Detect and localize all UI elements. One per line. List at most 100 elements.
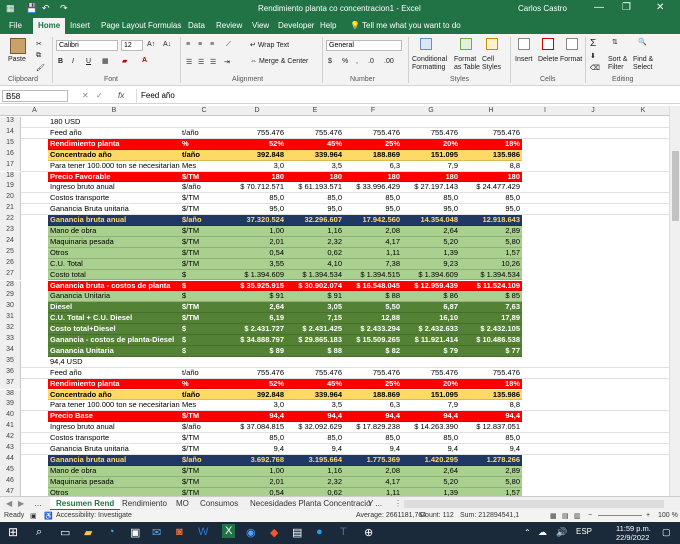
format-painter-icon[interactable]: 🖌 bbox=[36, 64, 45, 72]
align-bottom-icon[interactable]: ≡ bbox=[210, 41, 214, 48]
table-cell[interactable]: Concentrado año bbox=[48, 390, 180, 400]
table-cell[interactable]: 9,23 bbox=[402, 259, 460, 269]
copy-icon[interactable]: ⧉ bbox=[36, 52, 41, 60]
table-cell[interactable] bbox=[344, 357, 402, 367]
edge-icon[interactable]: ◔ bbox=[108, 526, 115, 538]
table-cell[interactable]: $ 12.959.439 bbox=[402, 281, 460, 291]
table-cell[interactable]: 755.476 bbox=[228, 368, 286, 378]
table-cell[interactable]: $/TM bbox=[180, 204, 228, 214]
column-header[interactable]: C bbox=[180, 107, 228, 114]
row-header[interactable]: 15 bbox=[0, 138, 21, 150]
table-cell[interactable]: 4,10 bbox=[286, 259, 344, 269]
table-cell[interactable]: $ 85 bbox=[460, 291, 522, 301]
number-format-select[interactable]: General bbox=[326, 40, 402, 51]
table-cell[interactable]: $ 34.888.797 bbox=[228, 335, 286, 345]
table-cell[interactable]: 1,16 bbox=[286, 466, 344, 476]
table-cell[interactable]: $/año bbox=[180, 182, 228, 192]
row-header[interactable]: 19 bbox=[0, 182, 21, 194]
table-cell[interactable] bbox=[460, 117, 522, 127]
table-cell[interactable]: $ bbox=[180, 335, 228, 345]
sheet-tab-mo[interactable]: MO bbox=[176, 499, 189, 508]
table-cell[interactable]: 95,0 bbox=[286, 204, 344, 214]
table-cell[interactable]: Feed año bbox=[48, 128, 180, 138]
scroll-thumb[interactable] bbox=[672, 151, 679, 221]
orientation-icon[interactable]: ⟋ bbox=[226, 41, 231, 49]
grow-font-icon[interactable]: A↑ bbox=[147, 41, 155, 48]
bold-button[interactable]: B bbox=[58, 58, 63, 65]
tab-formulas[interactable]: Formulas bbox=[148, 21, 181, 30]
table-cell[interactable]: 2,32 bbox=[286, 237, 344, 247]
table-cell[interactable]: 25% bbox=[344, 139, 402, 149]
table-cell[interactable]: % bbox=[180, 139, 228, 149]
row-header[interactable]: 42 bbox=[0, 433, 21, 444]
table-cell[interactable]: 2,01 bbox=[228, 477, 286, 487]
table-cell[interactable]: 1,57 bbox=[460, 488, 522, 496]
normal-view-icon[interactable]: ▦ bbox=[550, 512, 557, 520]
table-cell[interactable]: $ 1.394.534 bbox=[460, 270, 522, 280]
align-right-icon[interactable]: ☰ bbox=[210, 58, 216, 66]
table-cell[interactable]: $ bbox=[180, 346, 228, 356]
table-cell[interactable]: 20% bbox=[402, 139, 460, 149]
table-cell[interactable]: t/año bbox=[180, 368, 228, 378]
spreadsheet-grid[interactable]: A B C D E F G H I J K 13 180 USD 14 Feed añ… bbox=[0, 106, 680, 496]
row-header[interactable]: 47 bbox=[0, 487, 21, 496]
formula-input[interactable]: Feed año bbox=[136, 89, 676, 103]
table-cell[interactable]: 1,11 bbox=[344, 248, 402, 258]
table-cell[interactable]: Costos transporte bbox=[48, 193, 180, 203]
table-cell[interactable]: 85,0 bbox=[344, 433, 402, 443]
table-cell[interactable] bbox=[228, 117, 286, 127]
table-cell[interactable]: 3,0 bbox=[228, 161, 286, 171]
table-cell[interactable]: $ 1.394.609 bbox=[228, 270, 286, 280]
font-color-icon[interactable]: A bbox=[142, 57, 147, 64]
table-cell[interactable]: $ 17.829.238 bbox=[344, 422, 402, 432]
table-cell[interactable]: 3,05 bbox=[286, 302, 344, 312]
align-left-icon[interactable]: ☰ bbox=[186, 58, 192, 66]
table-cell[interactable]: 135.986 bbox=[460, 390, 522, 400]
table-cell[interactable]: 95,0 bbox=[402, 204, 460, 214]
cell-styles-button[interactable]: Cell Styles bbox=[482, 56, 504, 72]
merge-center-button[interactable]: ⇔ Merge & Center bbox=[250, 58, 308, 65]
table-cell[interactable]: $ 86 bbox=[402, 291, 460, 301]
user-name[interactable]: Carlos Castro bbox=[518, 4, 567, 13]
table-cell[interactable]: $ 91 bbox=[286, 291, 344, 301]
table-cell[interactable]: 0,54 bbox=[228, 248, 286, 258]
macro-icon[interactable]: ▣ bbox=[30, 512, 37, 520]
row-header[interactable]: 43 bbox=[0, 444, 21, 455]
table-cell[interactable]: $ 15.509.265 bbox=[344, 335, 402, 345]
table-cell[interactable]: 188.869 bbox=[344, 150, 402, 160]
table-cell[interactable]: $ 61.193.571 bbox=[286, 182, 344, 192]
accessibility-status[interactable]: Accessibility: Investigate bbox=[56, 512, 132, 519]
tab-review[interactable]: Review bbox=[216, 21, 242, 30]
table-cell[interactable] bbox=[228, 357, 286, 367]
conditional-formatting-button[interactable]: Conditional Formatting bbox=[412, 56, 452, 72]
table-cell[interactable]: $ 37.084.815 bbox=[228, 422, 286, 432]
table-cell[interactable]: Ingreso bruto anual bbox=[48, 182, 180, 192]
table-cell[interactable]: $ 32.092.629 bbox=[286, 422, 344, 432]
table-cell[interactable]: $ 91 bbox=[228, 291, 286, 301]
table-cell[interactable]: $/año bbox=[180, 455, 228, 465]
table-cell[interactable]: 52% bbox=[228, 139, 286, 149]
row-header[interactable]: 21 bbox=[0, 204, 21, 216]
fill-icon[interactable]: ⬇ bbox=[590, 52, 596, 60]
row-header[interactable]: 18 bbox=[0, 171, 21, 183]
table-cell[interactable]: 9,4 bbox=[286, 444, 344, 454]
table-cell[interactable]: 85,0 bbox=[228, 193, 286, 203]
table-cell[interactable]: 85,0 bbox=[402, 433, 460, 443]
row-header[interactable]: 23 bbox=[0, 226, 21, 237]
table-cell[interactable]: $ 1.394.515 bbox=[344, 270, 402, 280]
table-cell[interactable]: 85,0 bbox=[460, 433, 522, 443]
table-cell[interactable]: 1.420.295 bbox=[402, 455, 460, 465]
app-icon[interactable]: ● bbox=[316, 526, 323, 538]
table-cell[interactable]: Maquinaria pesada bbox=[48, 237, 180, 247]
table-cell[interactable]: 3,5 bbox=[286, 161, 344, 171]
horizontal-scrollbar[interactable] bbox=[404, 500, 664, 508]
table-cell[interactable]: 5,50 bbox=[344, 302, 402, 312]
table-cell[interactable]: Maquinaria pesada bbox=[48, 477, 180, 487]
column-header[interactable]: I bbox=[522, 107, 568, 114]
column-header[interactable]: B bbox=[48, 107, 180, 114]
table-cell[interactable]: $ 14.263.390 bbox=[402, 422, 460, 432]
table-cell[interactable]: $/TM bbox=[180, 248, 228, 258]
table-cell[interactable]: 5,20 bbox=[402, 477, 460, 487]
table-cell[interactable] bbox=[286, 117, 344, 127]
cancel-icon[interactable]: ✕ bbox=[82, 91, 89, 100]
